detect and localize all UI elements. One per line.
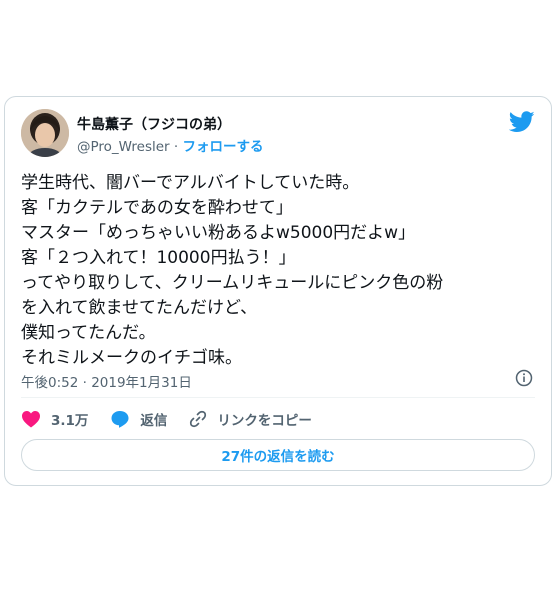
read-replies-button[interactable]: 27件の返信を読む xyxy=(21,439,535,471)
separator: · xyxy=(169,139,183,155)
reply-label: 返信 xyxy=(140,413,168,429)
tweet-line: 僕知ってたんだ。 xyxy=(21,323,156,343)
info-icon[interactable] xyxy=(515,369,533,387)
tweet-card: 牛島薫子（フジコの弟） @Pro_Wresler · フォローする 学生時代、闇… xyxy=(4,96,552,486)
twitter-bird-icon[interactable] xyxy=(509,111,535,133)
tweet-line: 客「カクテルであの女を酔わせて」 xyxy=(21,198,293,218)
author-handle-line: @Pro_Wresler · フォローする xyxy=(77,135,263,155)
action-bar: 3.1万 返信 リンクをコピー xyxy=(21,407,334,431)
reply-bubble-icon xyxy=(111,411,129,428)
copy-link-button[interactable]: リンクをコピー xyxy=(189,409,312,429)
copy-link-label: リンクをコピー xyxy=(217,413,312,429)
author-name[interactable]: 牛島薫子（フジコの弟） xyxy=(77,114,231,134)
reply-button[interactable]: 返信 xyxy=(110,409,167,429)
likes-count: 3.1万 xyxy=(51,413,89,429)
author-handle[interactable]: @Pro_Wresler xyxy=(77,139,170,155)
timestamp[interactable]: 午後0:52 · 2019年1月31日 xyxy=(21,371,192,391)
heart-icon xyxy=(22,411,40,428)
tweet-line: マスター「めっちゃいい粉あるよw5000円だよw」 xyxy=(21,223,416,243)
tweet-line: それミルメークのイチゴ味。 xyxy=(21,348,242,368)
tweet-line: 学生時代、闇バーでアルバイトしていた時。 xyxy=(21,173,360,193)
like-button[interactable]: 3.1万 xyxy=(21,409,88,429)
tweet-text: 学生時代、闇バーでアルバイトしていた時。 客「カクテルであの女を酔わせて」 マス… xyxy=(21,171,537,371)
tweet-line: を入れて飲ませてたんだけど、 xyxy=(21,298,258,318)
tweet-line: ってやり取りして、クリームリキュールにピンク色の粉 xyxy=(21,273,444,293)
follow-button[interactable]: フォローする xyxy=(182,139,263,155)
link-icon xyxy=(190,410,207,428)
divider xyxy=(21,397,535,398)
avatar[interactable] xyxy=(21,109,69,157)
tweet-line: 客「２つ入れて！10000円払う！」 xyxy=(21,248,296,268)
